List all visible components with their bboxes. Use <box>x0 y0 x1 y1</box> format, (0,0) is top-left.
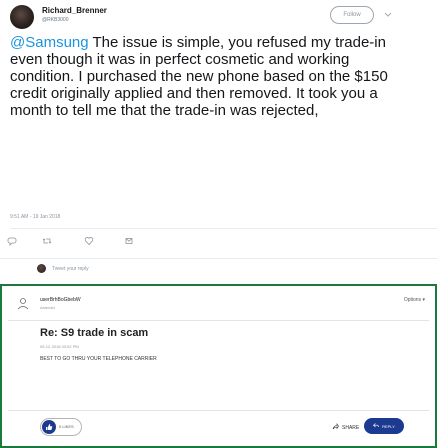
reply-avatar <box>37 264 46 273</box>
post-title: Re: S9 trade in scam <box>40 327 149 339</box>
tweet-reply-input[interactable] <box>52 264 172 274</box>
reply-icon[interactable] <box>5 234 19 248</box>
tweet-mention[interactable]: @Samsung <box>10 34 89 51</box>
author-handle[interactable]: @RKB3000 <box>42 17 68 23</box>
reply-arrow-icon <box>373 423 379 429</box>
author-name[interactable]: Richard_Brenner <box>42 6 107 15</box>
like-button[interactable]: 0 LIKES <box>40 418 82 436</box>
share-button[interactable]: SHARE <box>332 423 359 432</box>
tweet-timestamp[interactable]: 9:51 AM - 19 Jan 2018 <box>10 214 60 220</box>
divider <box>10 228 437 229</box>
post-body: BEST TO GO THRU YOUR TELEPHONE CARRIER <box>40 356 157 362</box>
direct-message-icon[interactable] <box>122 234 136 248</box>
forum-user-rank: Asteroid <box>40 305 55 310</box>
tweet-card: Richard_Brenner @RKB3000 Follow @Samsung… <box>0 0 437 278</box>
reply-button[interactable]: REPLY <box>364 418 404 434</box>
retweet-icon[interactable] <box>40 234 54 248</box>
post-date: 05-12-2018 03:52 PM <box>40 344 79 349</box>
user-rank-icon <box>16 296 30 310</box>
thumbs-up-icon <box>42 420 56 434</box>
forum-username[interactable]: userBrhBoGbebW <box>40 297 81 303</box>
options-menu[interactable]: Options ▾ <box>404 297 425 303</box>
share-label: SHARE <box>342 424 360 431</box>
reply-label: REPLY <box>382 423 395 429</box>
divider <box>8 320 429 321</box>
like-icon[interactable] <box>82 234 96 248</box>
tweet-text: @Samsung The issue is simple, you refuse… <box>10 34 410 119</box>
like-count: 0 LIKES <box>59 424 74 429</box>
divider <box>8 410 429 411</box>
forum-post: userBrhBoGbebW Asteroid Options ▾ Re: S9… <box>0 284 437 448</box>
divider <box>0 258 437 259</box>
author-avatar[interactable] <box>10 5 34 29</box>
share-icon <box>332 423 339 432</box>
chevron-down-icon[interactable] <box>382 8 394 20</box>
follow-button[interactable]: Follow <box>330 6 374 24</box>
tweet-actions <box>0 234 437 248</box>
